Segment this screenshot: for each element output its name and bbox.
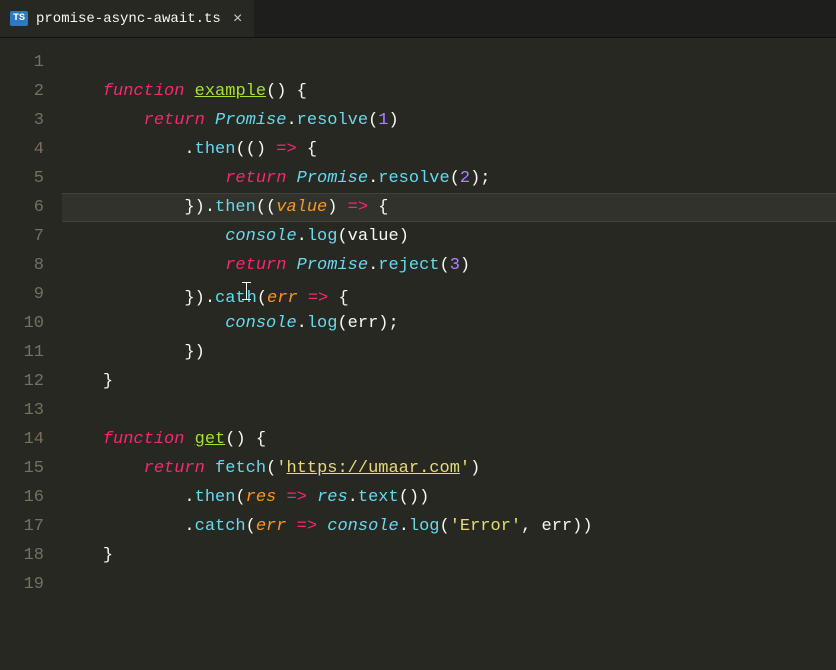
code-line[interactable]: return Promise.resolve(2);: [62, 164, 836, 193]
line-number: 16: [0, 483, 44, 512]
typescript-icon: TS: [10, 11, 28, 26]
code-line[interactable]: }: [62, 367, 836, 396]
line-number: 3: [0, 106, 44, 135]
code-line[interactable]: .catch(err => console.log('Error', err)): [62, 512, 836, 541]
line-number: 8: [0, 251, 44, 280]
line-number: 14: [0, 425, 44, 454]
line-number: 11: [0, 338, 44, 367]
code-editor[interactable]: 12345678910111213141516171819 function e…: [0, 38, 836, 670]
code-line[interactable]: .then(res => res.text()): [62, 483, 836, 512]
code-line[interactable]: }).then((value) => {: [62, 193, 836, 222]
text-cursor: [246, 280, 247, 302]
tab-bar: TS promise-async-await.ts ×: [0, 0, 836, 38]
line-number: 6: [0, 193, 44, 222]
close-icon[interactable]: ×: [233, 10, 243, 28]
line-number: 5: [0, 164, 44, 193]
code-line[interactable]: return Promise.resolve(1): [62, 106, 836, 135]
code-line[interactable]: }).cath(err => {: [62, 280, 836, 309]
line-number: 13: [0, 396, 44, 425]
line-number: 18: [0, 541, 44, 570]
editor-tab[interactable]: TS promise-async-await.ts ×: [0, 0, 255, 37]
code-line[interactable]: function example() {: [62, 77, 836, 106]
tab-filename: promise-async-await.ts: [36, 11, 221, 27]
code-line[interactable]: .then(() => {: [62, 135, 836, 164]
code-line[interactable]: [62, 570, 836, 599]
line-number: 15: [0, 454, 44, 483]
line-number: 12: [0, 367, 44, 396]
code-line[interactable]: function get() {: [62, 425, 836, 454]
code-line[interactable]: [62, 48, 836, 77]
line-number: 19: [0, 570, 44, 599]
line-number-gutter: 12345678910111213141516171819: [0, 38, 62, 670]
line-number: 17: [0, 512, 44, 541]
code-line[interactable]: }): [62, 338, 836, 367]
code-line[interactable]: console.log(value): [62, 222, 836, 251]
line-number: 10: [0, 309, 44, 338]
code-area[interactable]: function example() { return Promise.reso…: [62, 38, 836, 670]
line-number: 2: [0, 77, 44, 106]
code-line[interactable]: [62, 396, 836, 425]
code-line[interactable]: return fetch('https://umaar.com'): [62, 454, 836, 483]
code-line[interactable]: console.log(err);: [62, 309, 836, 338]
line-number: 4: [0, 135, 44, 164]
line-number: 7: [0, 222, 44, 251]
code-line[interactable]: }: [62, 541, 836, 570]
line-number: 1: [0, 48, 44, 77]
code-line[interactable]: return Promise.reject(3): [62, 251, 836, 280]
line-number: 9: [0, 280, 44, 309]
